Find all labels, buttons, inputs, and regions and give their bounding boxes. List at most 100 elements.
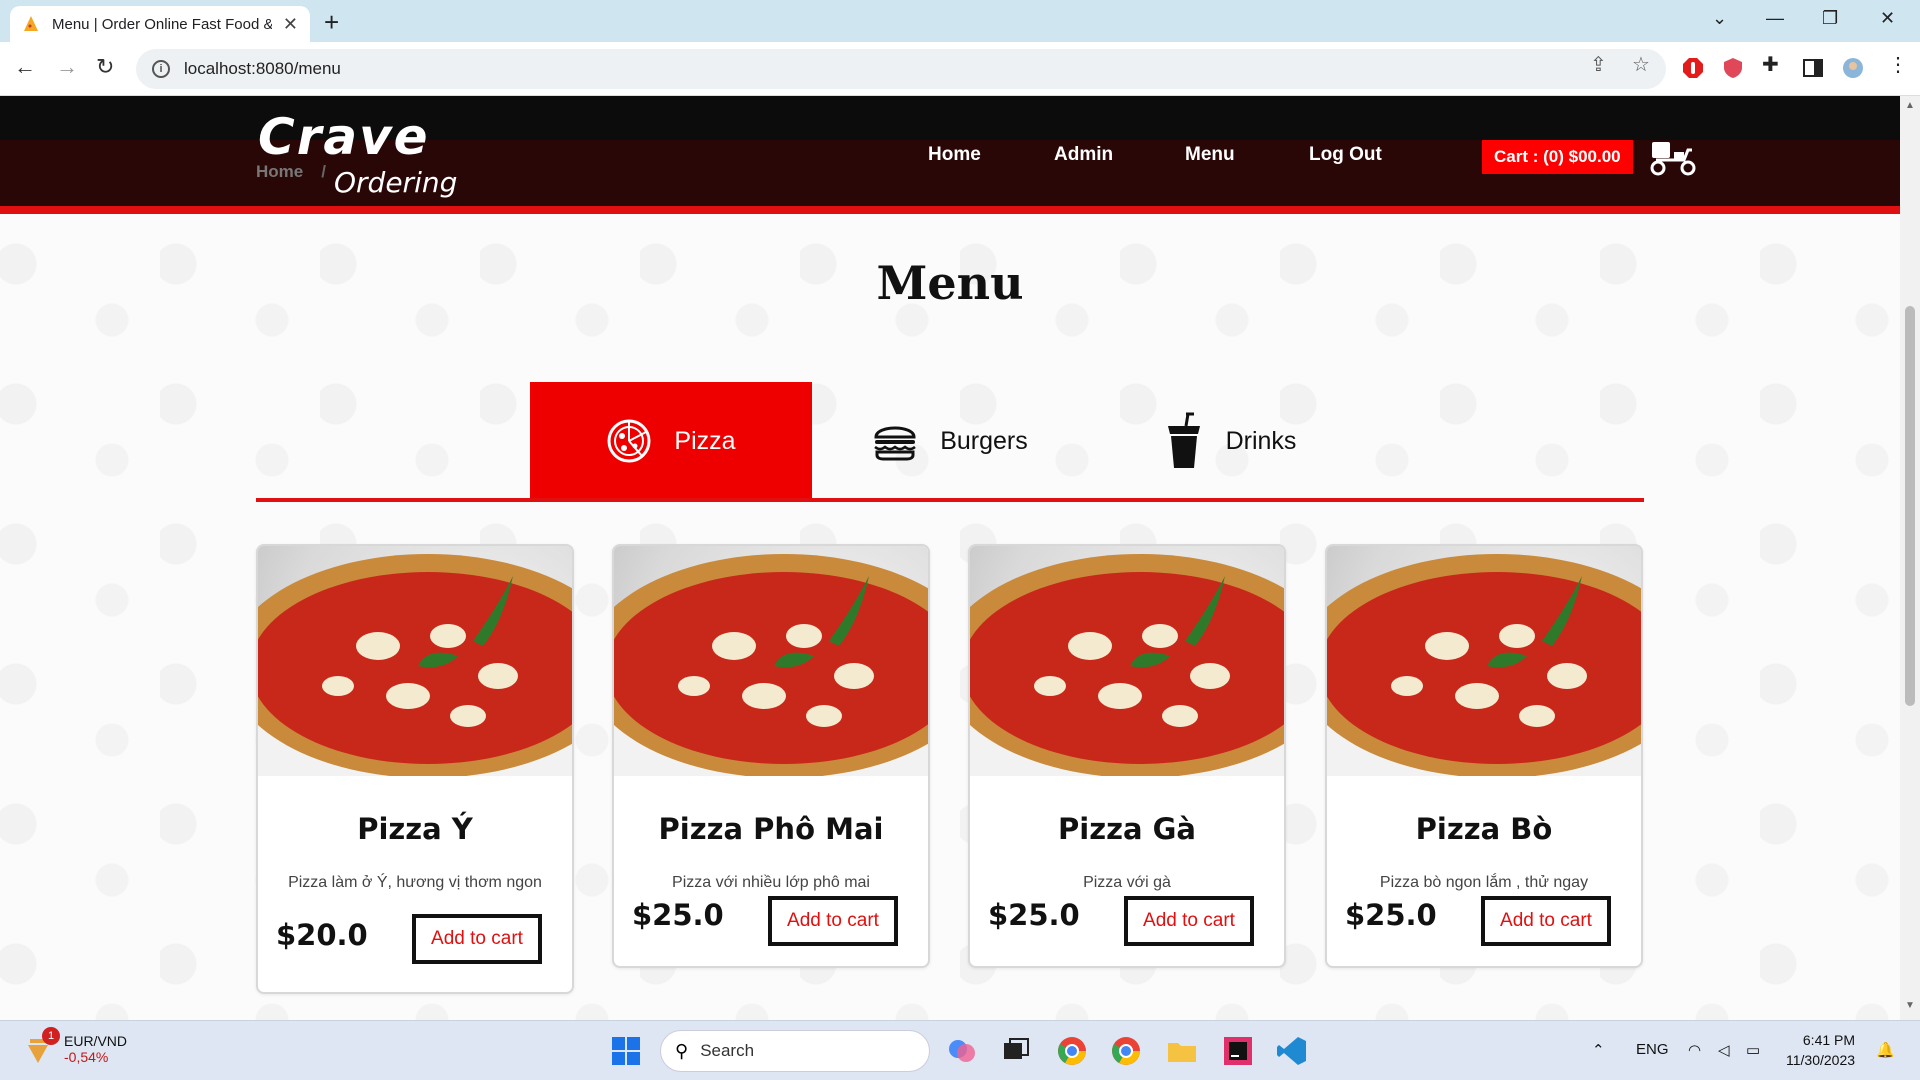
- page-scrollbar[interactable]: ▲ ▼: [1900, 96, 1920, 1020]
- extensions-puzzle-icon[interactable]: ✚: [1762, 52, 1779, 77]
- add-to-cart-button[interactable]: Add to cart: [412, 914, 542, 964]
- product-description: Pizza làm ở Ý, hương vị thơm ngon: [288, 874, 542, 891]
- product-image[interactable]: [258, 546, 572, 776]
- header-red-stripe: [0, 206, 1900, 214]
- clock-time: 6:41 PM: [1802, 1032, 1856, 1048]
- product-name: Pizza Phô Mai: [658, 812, 884, 846]
- tab-search-chevron-icon[interactable]: ⌄: [1712, 8, 1727, 29]
- product-footer: $20.0 Add to cart: [258, 896, 572, 992]
- burger-icon: [874, 426, 916, 461]
- tab-drinks-label: Drinks: [1225, 426, 1297, 455]
- task-view-icon[interactable]: [1000, 1035, 1032, 1067]
- bookmark-star-icon[interactable]: ☆: [1632, 52, 1650, 77]
- tab-pizza-label: Pizza: [674, 426, 736, 455]
- ticker-widget[interactable]: 1 EUR/VND -0,54%: [24, 1027, 127, 1067]
- chrome-app-icon[interactable]: [1056, 1035, 1088, 1067]
- product-image[interactable]: [1327, 546, 1641, 776]
- browser-menu-icon[interactable]: ⋮: [1888, 52, 1908, 77]
- chrome-active-app-icon[interactable]: [1110, 1035, 1142, 1067]
- product-card: Pizza Bò Pizza bò ngon lắm , thử ngay $2…: [1325, 544, 1643, 968]
- scroll-down-icon[interactable]: ▼: [1905, 1000, 1915, 1011]
- back-icon[interactable]: ←: [14, 54, 36, 80]
- vscode-app-icon[interactable]: [1276, 1035, 1308, 1067]
- scrollbar-thumb[interactable]: [1905, 306, 1915, 706]
- product-price: $25.0: [632, 898, 724, 932]
- site-favicon-icon: [24, 16, 38, 31]
- nav-menu-link[interactable]: Menu: [1185, 144, 1235, 166]
- side-panel-icon[interactable]: [1802, 57, 1824, 79]
- product-price: $25.0: [988, 898, 1080, 932]
- browser-toolbar: ← → ↻ i localhost:8080/menu ⇪ ☆ ✚ ⋮: [0, 42, 1920, 96]
- taskbar-search-label: Search: [700, 1041, 755, 1060]
- add-to-cart-button[interactable]: Add to cart: [1481, 896, 1611, 946]
- product-image[interactable]: [614, 546, 928, 776]
- nav-home-link[interactable]: Home: [928, 144, 981, 166]
- language-indicator[interactable]: ENG: [1636, 1041, 1669, 1058]
- ticker-change: -0,54%: [64, 1049, 109, 1065]
- copilot-app-icon[interactable]: [946, 1035, 978, 1067]
- taskbar-search-box[interactable]: ⚲ Search: [660, 1030, 930, 1072]
- intellij-app-icon[interactable]: [1222, 1035, 1254, 1067]
- minimize-icon[interactable]: —: [1766, 8, 1784, 29]
- browser-tab-bar: Menu | Order Online Fast Food & ✕ + ⌄ — …: [0, 0, 1920, 42]
- product-image[interactable]: [970, 546, 1284, 776]
- tab-pizza[interactable]: Pizza: [530, 382, 812, 500]
- scroll-up-icon[interactable]: ▲: [1905, 100, 1915, 111]
- windows-taskbar: 1 EUR/VND -0,54% ⚲ Search ⌃ ENG ◠ ◁ ▭ 6:…: [0, 1020, 1920, 1080]
- add-to-cart-button[interactable]: Add to cart: [1124, 896, 1254, 946]
- product-card: Pizza Phô Mai Pizza với nhiều lớp phô ma…: [612, 544, 930, 968]
- product-card: Pizza Gà Pizza với gà $25.0 Add to cart: [968, 544, 1286, 968]
- reload-icon[interactable]: ↻: [96, 54, 114, 80]
- tab-drinks[interactable]: Drinks: [1150, 382, 1310, 500]
- web-page: Crave Ordering Home / Home Admin Menu Log…: [0, 96, 1900, 1020]
- breadcrumb: Home /: [256, 162, 326, 182]
- pizza-icon: [607, 419, 651, 463]
- menu-page-title: Menu: [876, 256, 1024, 310]
- address-url: localhost:8080/menu: [184, 59, 341, 78]
- volume-icon[interactable]: ◁: [1718, 1041, 1730, 1059]
- cart-button[interactable]: Cart : (0) $00.00: [1482, 140, 1633, 174]
- logo-crave-text: Crave: [258, 108, 430, 166]
- tab-burgers-label: Burgers: [940, 426, 1028, 455]
- product-footer: $25.0 Add to cart: [970, 896, 1284, 966]
- file-explorer-icon[interactable]: [1166, 1035, 1198, 1067]
- tab-title: Menu | Order Online Fast Food &: [52, 15, 272, 33]
- site-logo[interactable]: Crave Ordering: [258, 108, 457, 199]
- battery-icon[interactable]: ▭: [1746, 1041, 1760, 1059]
- product-description: Pizza bò ngon lắm , thử ngay: [1379, 874, 1589, 891]
- product-footer: $25.0 Add to cart: [1327, 896, 1641, 966]
- notification-bell-icon[interactable]: 🔔: [1876, 1041, 1895, 1059]
- adblock-extension-icon[interactable]: [1682, 57, 1704, 79]
- breadcrumb-separator: /: [321, 162, 326, 181]
- product-name: Pizza Gà: [1058, 812, 1196, 846]
- add-to-cart-button[interactable]: Add to cart: [768, 896, 898, 946]
- profile-avatar[interactable]: [1842, 57, 1864, 79]
- product-description: Pizza với gà: [1083, 874, 1171, 891]
- address-bar[interactable]: i localhost:8080/menu: [136, 49, 1666, 89]
- tab-burgers[interactable]: Burgers: [860, 382, 1040, 500]
- show-hidden-icons-icon[interactable]: ⌃: [1592, 1041, 1605, 1059]
- product-footer: $25.0 Add to cart: [614, 896, 928, 966]
- wifi-icon[interactable]: ◠: [1688, 1041, 1701, 1059]
- share-icon[interactable]: ⇪: [1590, 52, 1607, 77]
- browser-tab[interactable]: Menu | Order Online Fast Food & ✕: [10, 6, 310, 42]
- restore-icon[interactable]: ❐: [1822, 8, 1838, 29]
- system-clock[interactable]: 6:41 PM 11/30/2023: [1786, 1031, 1855, 1070]
- window-close-icon[interactable]: ✕: [1880, 8, 1895, 29]
- new-tab-icon[interactable]: +: [324, 7, 339, 38]
- site-info-icon[interactable]: i: [152, 60, 170, 78]
- forward-icon[interactable]: →: [56, 54, 78, 80]
- nav-admin-link[interactable]: Admin: [1054, 144, 1113, 166]
- product-price: $20.0: [276, 918, 368, 952]
- search-icon: ⚲: [675, 1040, 689, 1061]
- nav-logout-link[interactable]: Log Out: [1309, 144, 1382, 166]
- breadcrumb-home-link[interactable]: Home: [256, 162, 303, 181]
- windows-start-icon[interactable]: [610, 1035, 642, 1067]
- product-price: $25.0: [1345, 898, 1437, 932]
- product-name: Pizza Ý: [357, 812, 473, 846]
- drink-icon: [1167, 412, 1200, 468]
- tab-close-icon[interactable]: ✕: [283, 14, 298, 35]
- shield-extension-icon[interactable]: [1722, 57, 1744, 79]
- clock-date: 11/30/2023: [1786, 1051, 1856, 1068]
- delivery-scooter-icon[interactable]: [1648, 138, 1698, 176]
